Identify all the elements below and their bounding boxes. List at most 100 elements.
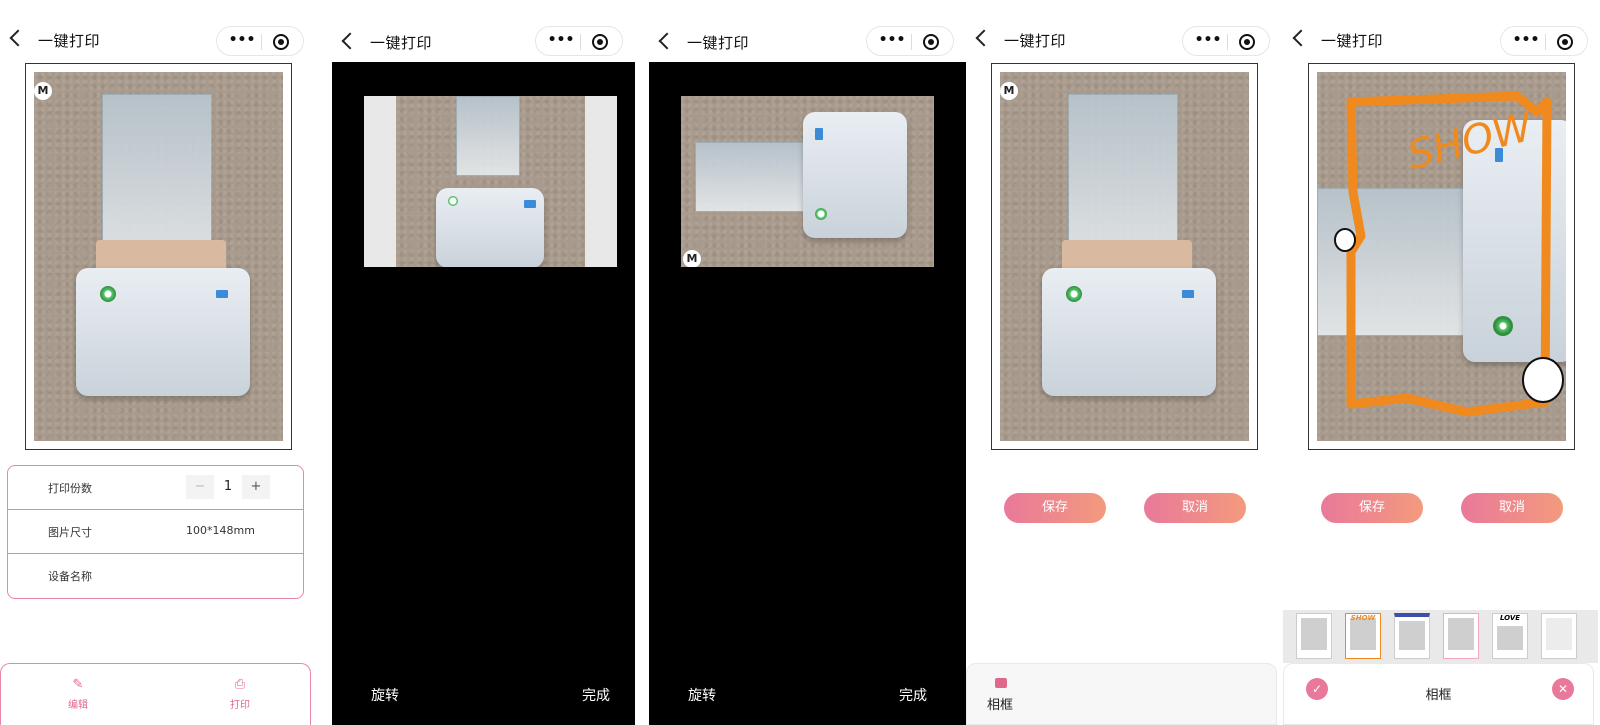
mini-program-capsule: ••• xyxy=(1182,26,1270,56)
mini-program-capsule: ••• xyxy=(216,26,304,56)
device-row[interactable]: 设备名称 xyxy=(8,554,303,598)
page-title: 一键打印 xyxy=(370,34,433,52)
printer-body xyxy=(436,188,544,267)
nav-bar: 一键打印 ••• xyxy=(1283,22,1600,62)
thumb-preview xyxy=(1301,618,1327,650)
power-led xyxy=(100,286,116,302)
printer-body xyxy=(76,268,250,396)
back-icon[interactable] xyxy=(9,29,27,47)
back-icon[interactable] xyxy=(341,32,359,50)
capsule-divider xyxy=(1227,34,1228,50)
thumb-preview xyxy=(1497,626,1523,650)
close-target-icon[interactable] xyxy=(1239,34,1255,50)
printer-paper-tray xyxy=(456,96,520,176)
capsule-divider xyxy=(580,34,581,50)
close-target-icon[interactable] xyxy=(273,34,289,50)
nav-bar: 一键打印 ••• xyxy=(649,0,966,62)
power-led xyxy=(1066,286,1082,302)
frame-thumbnail-strip: SHOW LOVE xyxy=(1283,610,1598,663)
more-icon[interactable]: ••• xyxy=(546,33,576,49)
more-icon[interactable]: ••• xyxy=(1511,33,1541,49)
rotate-button[interactable]: 旋转 xyxy=(371,685,399,705)
nav-bar: 一键打印 ••• xyxy=(0,22,316,62)
nav-bar: 一键打印 ••• xyxy=(332,0,635,62)
panel-crop-2: 一键打印 ••• M 旋转 完成 xyxy=(649,0,966,725)
frame-thumb[interactable] xyxy=(1296,613,1332,659)
edit-toolbar: 相框 xyxy=(966,663,1277,725)
mini-program-capsule: ••• xyxy=(1500,26,1588,56)
close-target-icon[interactable] xyxy=(923,34,939,50)
size-value: 100*148mm xyxy=(186,524,255,537)
thumb-preview xyxy=(1350,618,1376,650)
save-button[interactable]: 保存 xyxy=(1321,493,1423,523)
photo-preview-frame: SHOW xyxy=(1308,63,1575,450)
page-title: 一键打印 xyxy=(38,32,101,50)
size-label: 图片尺寸 xyxy=(48,526,92,539)
crop-photo-rotated[interactable]: M xyxy=(681,96,934,267)
frame-tool-label: 相框 xyxy=(987,698,1014,713)
frame-thumb[interactable] xyxy=(1541,613,1577,659)
printer-icon: ⎙ xyxy=(234,677,246,692)
capsule-divider xyxy=(261,34,262,50)
more-icon[interactable]: ••• xyxy=(227,33,257,49)
nav-bar: 一键打印 ••• xyxy=(966,22,1282,62)
more-icon[interactable]: ••• xyxy=(877,33,907,49)
printer-body xyxy=(1042,268,1216,396)
copies-label: 打印份数 xyxy=(48,482,92,495)
frame-tool-title: 相框 xyxy=(1425,688,1452,703)
increment-button[interactable]: + xyxy=(242,475,270,499)
brand-badge xyxy=(216,290,228,298)
close-x-icon[interactable]: ✕ xyxy=(1552,678,1574,700)
motorola-logo: M xyxy=(1000,82,1018,100)
more-icon[interactable]: ••• xyxy=(1193,33,1223,49)
frame-confirm-bar: ✓ 相框 ✕ xyxy=(1283,663,1594,725)
photo-preview-frame: M xyxy=(25,63,292,450)
close-target-icon[interactable] xyxy=(592,34,608,50)
frame-thumb[interactable] xyxy=(1443,613,1479,659)
brand-badge xyxy=(815,128,823,140)
power-led xyxy=(448,196,458,206)
crop-image[interactable] xyxy=(364,96,617,267)
print-button[interactable]: ⎙ 打印 xyxy=(220,677,260,712)
cancel-button[interactable]: 取消 xyxy=(1461,493,1563,523)
decrement-button[interactable]: − xyxy=(186,475,214,499)
frame-thumb[interactable]: LOVE xyxy=(1492,613,1528,659)
frame-tool-button[interactable]: 相框 xyxy=(987,678,1027,713)
photo-preview-frame: M xyxy=(991,63,1258,450)
copies-value[interactable]: 1 xyxy=(214,475,242,499)
save-button[interactable]: 保存 xyxy=(1004,493,1106,523)
frame-icon xyxy=(995,678,1007,688)
thumb-preview xyxy=(1448,618,1474,650)
back-icon[interactable] xyxy=(975,29,993,47)
thumb-preview xyxy=(1546,618,1572,650)
brand-badge xyxy=(524,200,536,208)
page-title: 一键打印 xyxy=(1321,32,1384,50)
back-icon[interactable] xyxy=(1292,29,1310,47)
panel-frame-applied: 一键打印 ••• SHOW 保存 取消 SHOW LOVE ✓ 相框 ✕ xyxy=(1283,0,1600,725)
page-title: 一键打印 xyxy=(687,34,750,52)
capsule-divider xyxy=(1545,34,1546,50)
motorola-logo: M xyxy=(34,82,52,100)
photo-preview: M xyxy=(34,72,283,441)
edit-button[interactable]: ✎ 编辑 xyxy=(58,678,98,712)
brand-badge xyxy=(1182,290,1194,298)
done-button[interactable]: 完成 xyxy=(899,685,927,705)
crop-photo xyxy=(396,96,585,267)
done-button[interactable]: 完成 xyxy=(582,685,610,705)
edit-label: 编辑 xyxy=(68,700,88,711)
frame-thumb[interactable] xyxy=(1394,613,1430,659)
cancel-button[interactable]: 取消 xyxy=(1144,493,1246,523)
page-title: 一键打印 xyxy=(1004,32,1067,50)
close-target-icon[interactable] xyxy=(1557,34,1573,50)
size-row: 图片尺寸 100*148mm xyxy=(8,510,303,554)
frame-thumb[interactable]: SHOW xyxy=(1345,613,1381,659)
thumb-text: LOVE xyxy=(1499,614,1521,622)
photo-preview: SHOW xyxy=(1317,72,1566,441)
photo-preview: M xyxy=(1000,72,1249,441)
panel-print-settings: 一键打印 ••• M 打印份数 − 1 + 图片尺寸 100*148mm 设备名… xyxy=(0,0,316,725)
back-icon[interactable] xyxy=(658,32,676,50)
orange-frame-overlay: SHOW xyxy=(1334,91,1564,417)
bottom-toolbar: ✎ 编辑 ⎙ 打印 xyxy=(0,663,311,725)
rotate-button[interactable]: 旋转 xyxy=(688,685,716,705)
print-label: 打印 xyxy=(230,700,250,711)
